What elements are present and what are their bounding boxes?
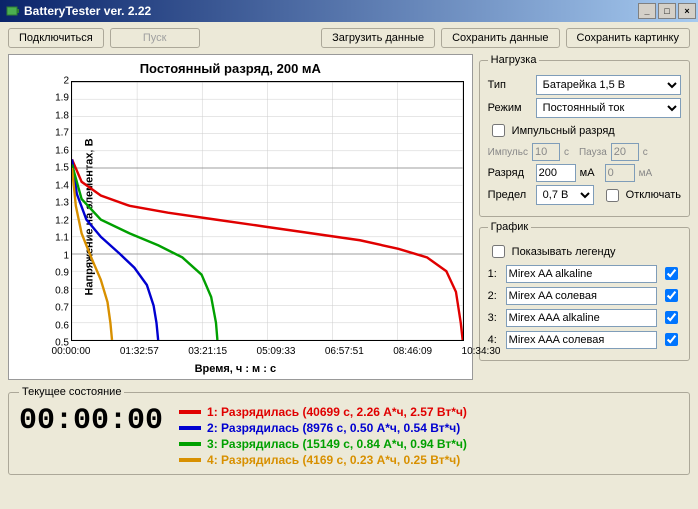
pause-input (611, 143, 639, 161)
y-tick: 0.7 (47, 303, 69, 314)
y-tick: 0.9 (47, 268, 69, 279)
graph-panel: График Показывать легенду 1: 2: 3: 4: (479, 221, 690, 361)
x-tick: 05:09:33 (257, 346, 296, 357)
series-visible-checkbox[interactable] (665, 333, 678, 346)
series-row: 4: (488, 330, 681, 349)
status-line: 3: Разрядилась (15149 с, 0.84 А*ч, 0.94 … (179, 436, 467, 452)
discharge-label: Разряд (488, 167, 532, 179)
y-tick: 1.2 (47, 215, 69, 226)
series-index: 3: (488, 312, 502, 324)
discharge-input[interactable] (536, 164, 576, 182)
status-line: 1: Разрядилась (40699 с, 2.26 А*ч, 2.57 … (179, 404, 467, 420)
series-name-input[interactable] (506, 331, 657, 349)
series-row: 1: (488, 264, 681, 283)
disconnect-checkbox[interactable] (606, 189, 619, 202)
limit-select[interactable]: 0,7 В (536, 185, 594, 205)
y-tick: 1.4 (47, 180, 69, 191)
x-tick: 00:00:00 (52, 346, 91, 357)
y-tick: 1 (47, 250, 69, 261)
y-tick: 0.8 (47, 285, 69, 296)
color-swatch (179, 426, 201, 430)
color-swatch (179, 442, 201, 446)
status-panel: Текущее состояние 00:00:00 1: Разрядилас… (8, 386, 690, 475)
title-bar: BatteryTester ver. 2.22 _ □ × (0, 0, 698, 22)
show-legend-checkbox[interactable] (492, 245, 505, 258)
series-name-input[interactable] (506, 265, 657, 283)
series-name-input[interactable] (506, 287, 657, 305)
elapsed-clock: 00:00:00 (19, 404, 163, 438)
type-select[interactable]: Батарейка 1,5 В (536, 75, 681, 95)
y-tick: 1.6 (47, 145, 69, 156)
status-line: 2: Разрядилась (8976 с, 0.50 А*ч, 0.54 В… (179, 420, 467, 436)
color-swatch (179, 458, 201, 462)
chart-title: Постоянный разряд, 200 мА (9, 61, 452, 76)
minimize-button[interactable]: _ (638, 3, 656, 19)
series-row: 2: (488, 286, 681, 305)
connect-button[interactable]: Подключиться (8, 28, 104, 48)
plot-area (71, 81, 464, 341)
y-tick: 1.9 (47, 93, 69, 104)
start-button[interactable]: Пуск (110, 28, 200, 48)
series-index: 4: (488, 334, 502, 346)
series-index: 2: (488, 290, 502, 302)
chart: Постоянный разряд, 200 мА Напряжение на … (8, 54, 473, 380)
pause-label: Пауза (579, 147, 607, 158)
series-index: 1: (488, 268, 502, 280)
app-icon (4, 3, 20, 19)
save-image-button[interactable]: Сохранить картинку (566, 28, 690, 48)
y-tick: 1.8 (47, 110, 69, 121)
y-tick: 0.6 (47, 320, 69, 331)
graph-legend: График (488, 221, 532, 233)
mode-label: Режим (488, 102, 532, 114)
y-tick: 2 (47, 76, 69, 87)
series-line (72, 159, 158, 340)
window-title: BatteryTester ver. 2.22 (24, 4, 638, 18)
y-tick: 1.1 (47, 233, 69, 244)
series-visible-checkbox[interactable] (665, 311, 678, 324)
toolbar: Подключиться Пуск Загрузить данные Сохра… (0, 22, 698, 54)
series-name-input[interactable] (506, 309, 657, 327)
pulse-input (532, 143, 560, 161)
status-legend: Текущее состояние (19, 386, 124, 398)
x-tick: 06:57:51 (325, 346, 364, 357)
y-tick: 1.7 (47, 128, 69, 139)
series-row: 3: (488, 308, 681, 327)
close-button[interactable]: × (678, 3, 696, 19)
x-tick: 03:21:15 (188, 346, 227, 357)
x-tick: 10:34:30 (462, 346, 501, 357)
mode-select[interactable]: Постоянный ток (536, 98, 681, 118)
limit-label: Предел (488, 189, 532, 201)
maximize-button[interactable]: □ (658, 3, 676, 19)
pulse-checkbox[interactable] (492, 124, 505, 137)
pulse-checkbox-label: Импульсный разряд (512, 125, 615, 137)
load-data-button[interactable]: Загрузить данные (321, 28, 435, 48)
load-panel: Нагрузка Тип Батарейка 1,5 В Режим Посто… (479, 54, 690, 217)
series-visible-checkbox[interactable] (665, 267, 678, 280)
status-line: 4: Разрядилась (4169 с, 0.23 А*ч, 0.25 В… (179, 452, 467, 468)
pulse-label: Импульс (488, 147, 528, 158)
x-axis-label: Время, ч : м : с (9, 363, 462, 375)
x-tick: 08:46:09 (393, 346, 432, 357)
load-legend: Нагрузка (488, 54, 540, 66)
type-label: Тип (488, 79, 532, 91)
y-tick: 1.3 (47, 198, 69, 209)
save-data-button[interactable]: Сохранить данные (441, 28, 559, 48)
series-visible-checkbox[interactable] (665, 289, 678, 302)
color-swatch (179, 410, 201, 414)
discharge2-input (605, 164, 635, 182)
disconnect-label: Отключать (626, 189, 681, 201)
x-tick: 01:32:57 (120, 346, 159, 357)
show-legend-label: Показывать легенду (512, 246, 616, 258)
y-tick: 1.5 (47, 163, 69, 174)
